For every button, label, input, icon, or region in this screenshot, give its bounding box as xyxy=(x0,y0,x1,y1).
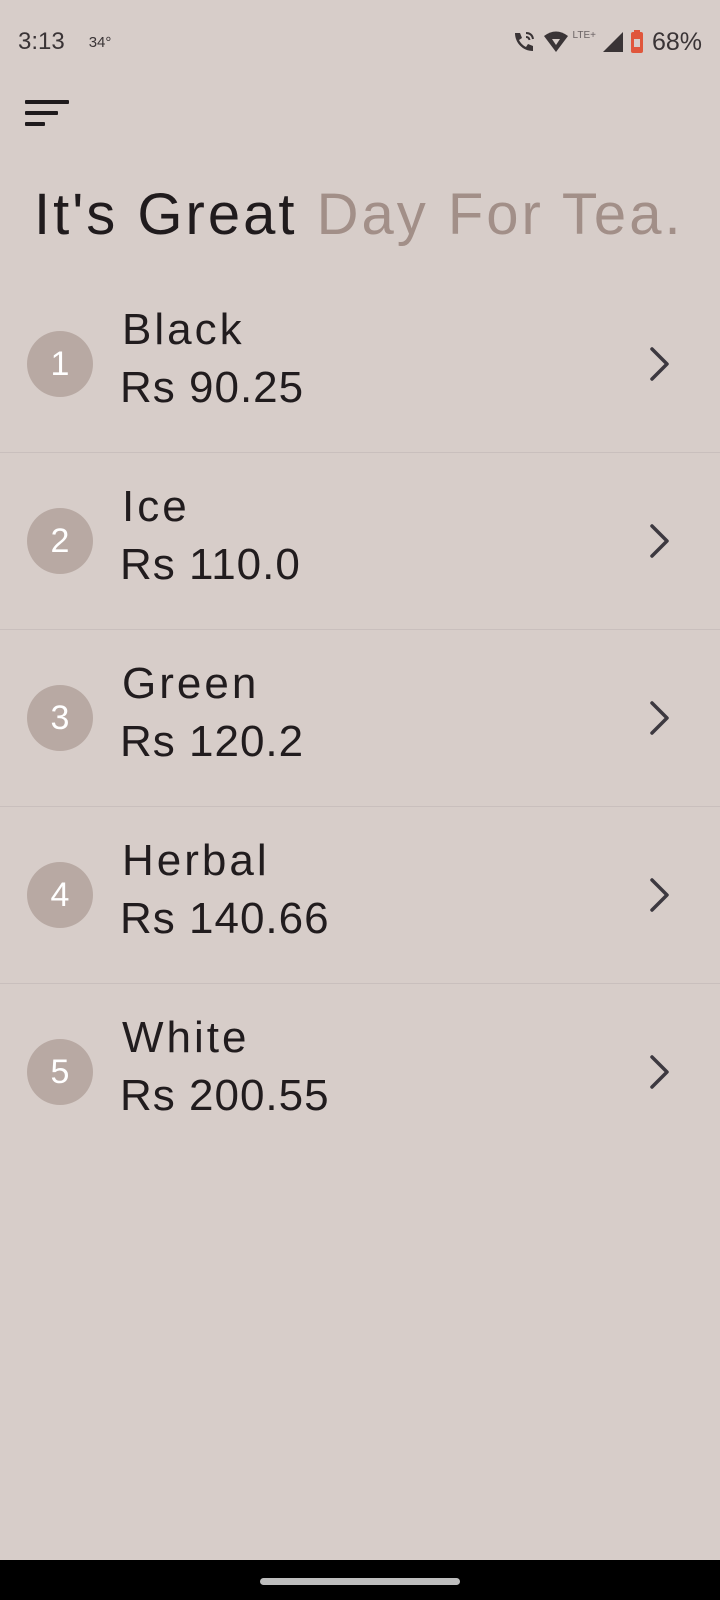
tea-name: Green xyxy=(122,659,260,708)
tea-number-badge: 1 xyxy=(27,331,93,397)
chevron-right-icon xyxy=(650,701,669,735)
tea-name: Black xyxy=(122,305,245,354)
tea-number-badge: 5 xyxy=(27,1039,93,1105)
status-right: LTE+ 68% xyxy=(511,28,702,57)
wifi-icon xyxy=(543,31,569,53)
tea-number-badge: 4 xyxy=(27,862,93,928)
screen: 3:13 34° LTE+ 68% It's Great Day For Tea… xyxy=(0,0,720,1600)
tea-number-badge: 2 xyxy=(27,508,93,574)
tea-price: Rs 110.0 xyxy=(120,540,301,589)
navigation-bar xyxy=(0,1560,720,1600)
battery-percentage: 68% xyxy=(651,27,702,56)
page-title: It's Great Day For Tea. xyxy=(34,180,684,250)
tea-price: Rs 140.66 xyxy=(120,894,330,943)
cell-signal-icon xyxy=(602,31,624,53)
title-part-1: It's Great xyxy=(34,182,298,247)
chevron-right-icon xyxy=(650,524,669,558)
status-temperature: 34° xyxy=(88,33,112,51)
tea-list-item[interactable]: 4 Herbal Rs 140.66 xyxy=(0,807,720,984)
status-left: 3:13 34° xyxy=(18,28,111,56)
status-time: 3:13 xyxy=(18,28,65,55)
network-type-label: LTE+ xyxy=(572,29,596,41)
tea-list: 1 Black Rs 90.25 2 Ice Rs 110.0 3 Green … xyxy=(0,276,720,1161)
tea-list-item[interactable]: 2 Ice Rs 110.0 xyxy=(0,453,720,630)
tea-number-badge: 3 xyxy=(27,685,93,751)
tea-name: White xyxy=(122,1013,250,1062)
tea-name: Herbal xyxy=(122,836,270,885)
tea-price: Rs 90.25 xyxy=(120,363,305,412)
chevron-right-icon xyxy=(650,1055,669,1089)
tea-list-item[interactable]: 5 White Rs 200.55 xyxy=(0,984,720,1161)
tea-list-item[interactable]: 3 Green Rs 120.2 xyxy=(0,630,720,807)
title-part-2: Day For Tea. xyxy=(316,182,684,247)
wifi-calling-icon xyxy=(511,30,537,54)
sort-menu-button[interactable] xyxy=(22,96,72,136)
tea-name: Ice xyxy=(122,482,190,531)
sort-menu-icon xyxy=(25,100,69,126)
home-gesture-handle[interactable] xyxy=(260,1578,460,1585)
tea-list-item[interactable]: 1 Black Rs 90.25 xyxy=(0,276,720,453)
chevron-right-icon xyxy=(650,878,669,912)
tea-price: Rs 200.55 xyxy=(120,1071,330,1120)
tea-price: Rs 120.2 xyxy=(120,717,305,766)
status-bar: 3:13 34° LTE+ 68% xyxy=(0,0,720,84)
battery-saver-icon xyxy=(630,30,644,54)
chevron-right-icon xyxy=(650,347,669,381)
